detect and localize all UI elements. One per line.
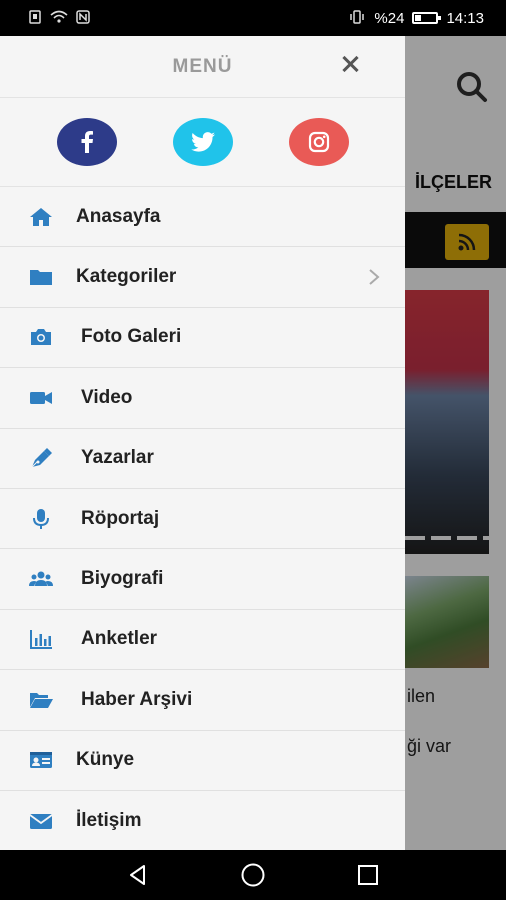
close-icon[interactable] (339, 53, 361, 75)
facebook-icon (81, 131, 93, 153)
wifi-icon (50, 10, 68, 27)
menu-item-label: Anketler (81, 628, 158, 650)
menu-item-biyografi[interactable]: Biyografi (0, 549, 405, 610)
home-circle-icon (241, 863, 265, 887)
menu-item-yazarlar[interactable]: Yazarlar (0, 429, 405, 489)
menu-list: Anasayfa Kategoriler Foto Galeri Video Y… (0, 187, 405, 850)
menu-item-label: Foto Galeri (81, 326, 182, 348)
pen-icon (28, 447, 54, 469)
menu-item-anketler[interactable]: Anketler (0, 610, 405, 671)
menu-item-video[interactable]: Video (0, 368, 405, 429)
menu-item-label: Anasayfa (76, 205, 161, 227)
system-nav-bar (0, 850, 506, 900)
drawer-header: MENÜ (0, 36, 405, 98)
envelope-icon (28, 810, 54, 832)
navigation-drawer: MENÜ Anasayfa Kategoriler Foto Galeri Vi… (0, 36, 405, 850)
clock: 14:13 (446, 9, 484, 27)
notification-icon (28, 9, 42, 27)
menu-item-label: Röportaj (81, 507, 160, 529)
chevron-right-icon (369, 269, 380, 286)
facebook-button[interactable] (56, 118, 117, 166)
menu-item-kategoriler[interactable]: Kategoriler (0, 247, 405, 308)
back-button[interactable] (118, 855, 158, 895)
menu-item-label: Haber Arşivi (81, 688, 193, 710)
instagram-icon (308, 131, 329, 153)
menu-item-label: Künye (76, 749, 135, 771)
vibrate-icon (348, 9, 366, 27)
home-button[interactable] (233, 855, 273, 895)
menu-item-foto-galeri[interactable]: Foto Galeri (0, 308, 405, 369)
menu-item-label: Biyografi (81, 568, 164, 590)
recents-button[interactable] (348, 855, 388, 895)
nfc-icon (76, 9, 90, 27)
instagram-button[interactable] (288, 118, 349, 166)
video-icon (28, 387, 54, 409)
social-links (0, 98, 405, 187)
menu-item-label: Yazarlar (81, 447, 154, 469)
background-app: İLÇELER ilen ği var (405, 36, 506, 850)
camera-icon (28, 326, 54, 348)
battery-icon (412, 12, 442, 24)
menu-item-iletisim[interactable]: İletişim (0, 791, 405, 850)
twitter-icon (190, 132, 215, 152)
folder-icon (28, 266, 54, 288)
drawer-title: MENÜ (172, 55, 233, 77)
id-card-icon (28, 749, 54, 771)
microphone-icon (28, 508, 54, 530)
scrim-overlay[interactable] (405, 36, 506, 850)
menu-item-haber-arsivi[interactable]: Haber Arşivi (0, 670, 405, 731)
folder-open-icon (28, 689, 54, 711)
menu-item-label: İletişim (76, 809, 142, 831)
battery-percent: %24 (374, 9, 405, 27)
menu-item-anasayfa[interactable]: Anasayfa (0, 187, 405, 248)
back-icon (129, 865, 145, 885)
menu-item-label: Video (81, 386, 133, 408)
home-icon (28, 206, 54, 228)
menu-item-roportaj[interactable]: Röportaj (0, 489, 405, 550)
menu-item-label: Kategoriler (76, 266, 177, 288)
status-bar: %24 14:13 (0, 0, 506, 36)
recents-icon (358, 865, 379, 885)
users-icon (28, 568, 54, 590)
twitter-button[interactable] (172, 118, 233, 166)
bar-chart-icon (28, 628, 54, 650)
menu-item-kunye[interactable]: Künye (0, 731, 405, 791)
